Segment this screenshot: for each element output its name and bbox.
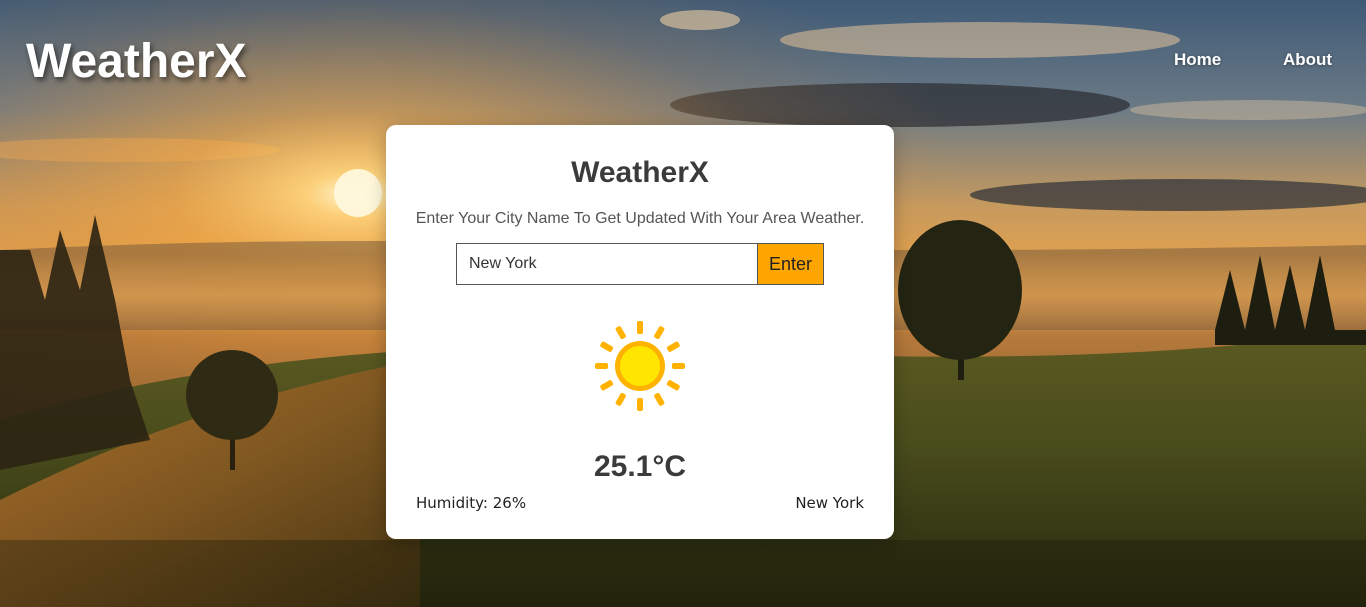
- weather-card: WeatherX Enter Your City Name To Get Upd…: [386, 125, 894, 539]
- enter-button[interactable]: Enter: [757, 243, 824, 285]
- humidity-value: Humidity: 26%: [416, 494, 527, 512]
- city-name: New York: [795, 494, 864, 512]
- nav-link-home[interactable]: Home: [1174, 50, 1221, 70]
- brand-logo[interactable]: WeatherX: [26, 34, 247, 90]
- temperature-value: 25.1°C: [593, 450, 687, 483]
- city-search-form: Enter: [456, 243, 824, 285]
- sun-icon: [595, 321, 685, 411]
- city-search-input[interactable]: [456, 243, 757, 285]
- card-subtitle: Enter Your City Name To Get Updated With…: [415, 210, 865, 227]
- page: WeatherX Home About WeatherX Enter Your …: [0, 0, 1366, 607]
- card-title: WeatherX: [571, 156, 709, 189]
- nav-link-about[interactable]: About: [1283, 50, 1332, 70]
